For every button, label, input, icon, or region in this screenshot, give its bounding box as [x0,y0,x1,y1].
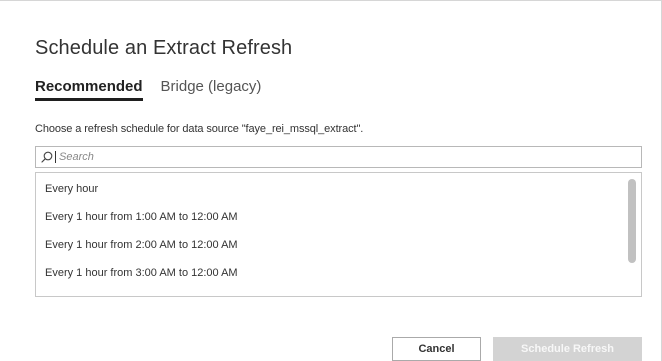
schedule-item-1am[interactable]: Every 1 hour from 1:00 AM to 12:00 AM [45,209,238,225]
schedule-refresh-button[interactable]: Schedule Refresh [493,337,642,361]
tab-recommended[interactable]: Recommended [35,78,143,101]
schedule-item-3am[interactable]: Every 1 hour from 3:00 AM to 12:00 AM [45,265,238,281]
search-input[interactable] [56,151,619,163]
tab-bridge-legacy[interactable]: Bridge (legacy) [161,78,262,101]
schedule-list: Every hour Every 1 hour from 1:00 AM to … [35,172,642,297]
schedule-extract-refresh-dialog: Schedule an Extract Refresh Recommended … [0,0,662,361]
cancel-button[interactable]: Cancel [392,337,481,361]
search-icon [41,151,53,163]
schedule-item-2am[interactable]: Every 1 hour from 2:00 AM to 12:00 AM [45,237,238,253]
schedule-item-every-hour[interactable]: Every hour [45,181,98,197]
instruction-text: Choose a refresh schedule for data sourc… [35,123,364,135]
list-scrollbar[interactable] [628,179,636,292]
search-box[interactable] [35,146,642,168]
list-scrollbar-thumb[interactable] [628,179,636,263]
tab-bar: Recommended Bridge (legacy) [35,78,261,104]
dialog-title: Schedule an Extract Refresh [35,37,293,59]
